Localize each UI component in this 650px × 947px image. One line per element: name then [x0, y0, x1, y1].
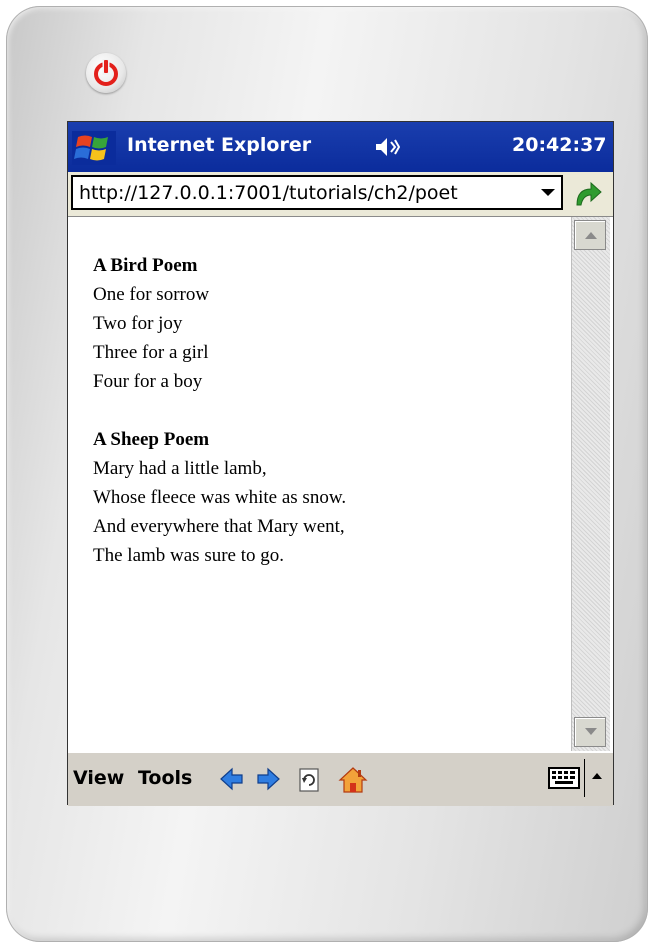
back-icon[interactable] [218, 765, 246, 793]
arrow-up-icon [585, 232, 597, 239]
keyboard-icon[interactable] [548, 767, 580, 789]
menu-bar: View Tools [68, 751, 613, 806]
poem-line: Three for a girl [93, 342, 209, 363]
view-menu[interactable]: View [73, 767, 124, 789]
poem-line: The lamb was sure to go. [93, 545, 285, 566]
tools-menu[interactable]: Tools [138, 767, 192, 789]
scroll-down-button[interactable] [574, 717, 606, 747]
poem-title: A Sheep Poem [93, 429, 210, 450]
power-button[interactable] [86, 53, 126, 93]
address-dropdown-button[interactable] [537, 177, 559, 208]
go-arrow-icon[interactable] [571, 179, 605, 209]
refresh-icon[interactable] [294, 765, 324, 795]
sip-divider [584, 759, 585, 797]
poem-line: Mary had a little lamb, [93, 458, 267, 479]
forward-icon[interactable] [254, 765, 282, 793]
address-text: http://127.0.0.1:7001/tutorials/ch2/poet [79, 182, 458, 204]
windows-flag-icon[interactable] [72, 131, 116, 165]
app-title: Internet Explorer [127, 134, 312, 156]
device-screen: Internet Explorer 20:42:37 http://127.0.… [67, 121, 614, 806]
poem-line: And everywhere that Mary went, [93, 516, 345, 537]
sip-arrow-icon[interactable] [588, 765, 606, 791]
arrow-down-icon [585, 728, 597, 735]
chevron-down-icon [541, 189, 555, 196]
vertical-scrollbar[interactable] [571, 217, 610, 752]
title-bar: Internet Explorer 20:42:37 [68, 122, 613, 172]
power-icon [94, 59, 118, 86]
speaker-icon[interactable] [374, 136, 400, 158]
address-bar: http://127.0.0.1:7001/tutorials/ch2/poet [68, 172, 613, 216]
poem-line: One for sorrow [93, 284, 210, 305]
clock[interactable]: 20:42:37 [512, 134, 607, 156]
poem: A Sheep Poem Mary had a little lamb, Who… [93, 425, 346, 570]
poem-title: A Bird Poem [93, 255, 198, 276]
address-input[interactable]: http://127.0.0.1:7001/tutorials/ch2/poet [71, 175, 563, 210]
poem-line: Two for joy [93, 313, 183, 334]
document-body: A Bird Poem One for sorrow Two for joy T… [93, 251, 346, 599]
page-content: A Bird Poem One for sorrow Two for joy T… [68, 216, 613, 752]
poem-line: Four for a boy [93, 371, 203, 392]
scroll-up-button[interactable] [574, 220, 606, 250]
poem-line: Whose fleece was white as snow. [93, 487, 347, 508]
home-icon[interactable] [338, 765, 368, 795]
poem: A Bird Poem One for sorrow Two for joy T… [93, 251, 346, 396]
pocketpc-device: Internet Explorer 20:42:37 http://127.0.… [6, 6, 648, 942]
